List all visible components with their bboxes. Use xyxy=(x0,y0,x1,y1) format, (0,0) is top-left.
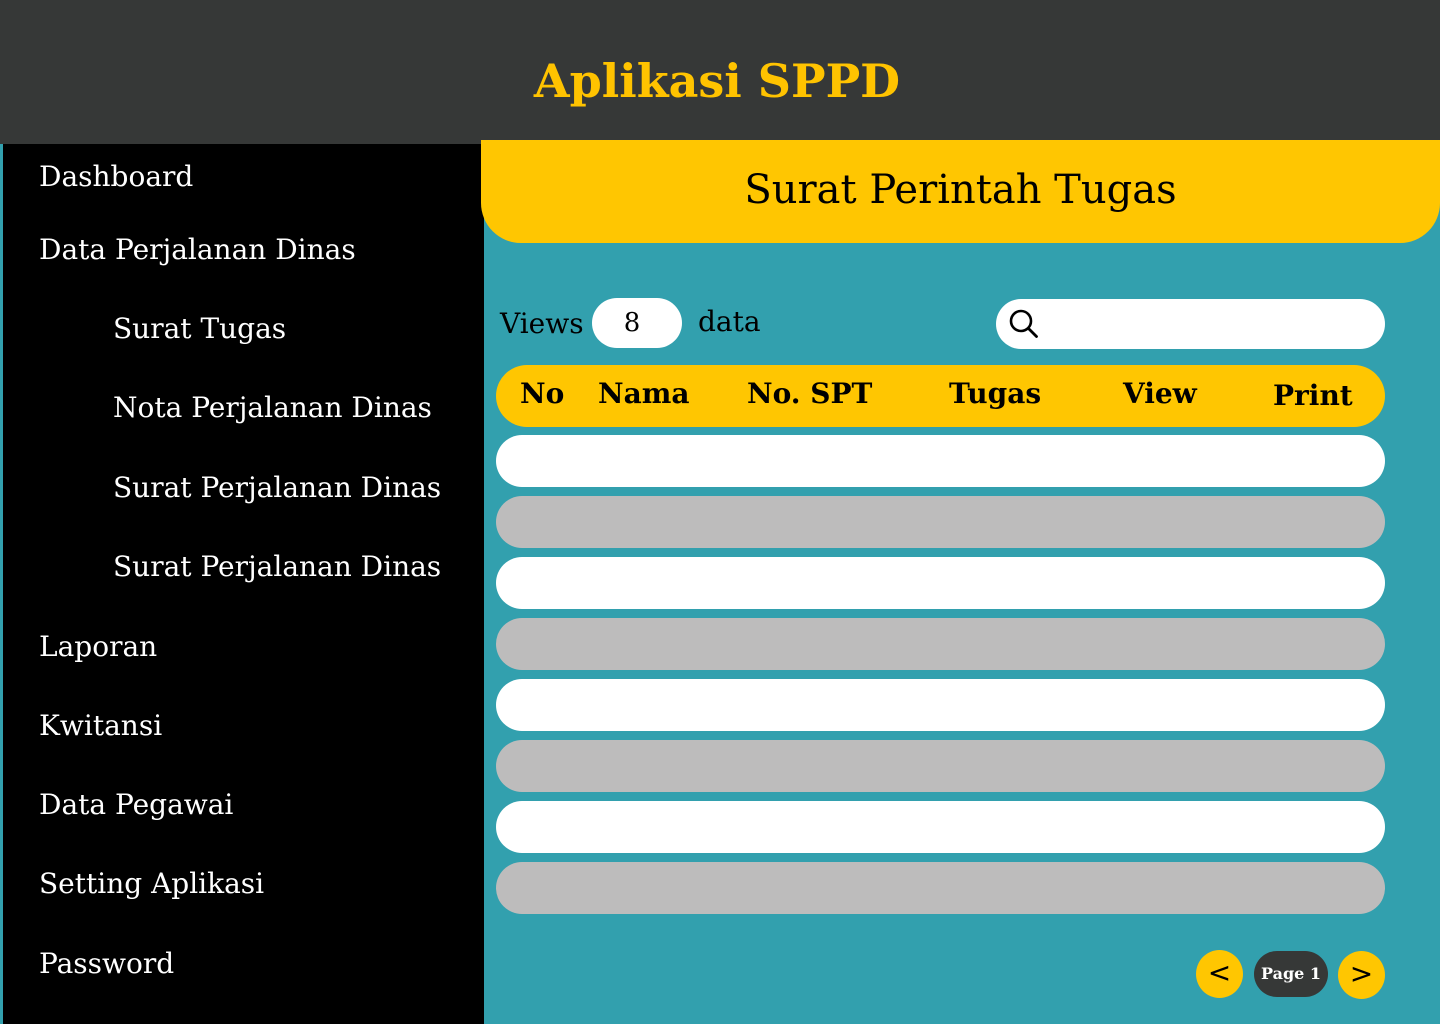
page-indicator: Page 1 xyxy=(1254,951,1328,997)
column-header-print: Print xyxy=(1273,379,1353,412)
sidebar-item-nota-perjalanan-dinas[interactable]: Nota Perjalanan Dinas xyxy=(113,391,432,425)
prev-page-button[interactable]: < xyxy=(1196,950,1243,998)
sidebar-item-data-pegawai[interactable]: Data Pegawai xyxy=(39,788,233,822)
views-label: Views xyxy=(500,307,584,340)
sidebar-item-surat-perjalanan-dinas[interactable]: Surat Perjalanan Dinas xyxy=(113,471,441,505)
table-row[interactable] xyxy=(496,435,1385,487)
sidebar: Dashboard Data Perjalanan Dinas Surat Tu… xyxy=(0,144,484,1024)
sidebar-item-kwitansi[interactable]: Kwitansi xyxy=(39,709,162,743)
search-box[interactable] xyxy=(996,299,1385,349)
next-page-button[interactable]: > xyxy=(1338,951,1385,999)
sidebar-item-setting-aplikasi[interactable]: Setting Aplikasi xyxy=(39,867,264,901)
table-row[interactable] xyxy=(496,801,1385,853)
sidebar-item-surat-perjalanan-dinas-2[interactable]: Surat Perjalanan Dinas xyxy=(113,550,441,584)
sidebar-item-dashboard[interactable]: Dashboard xyxy=(39,160,193,194)
app-title: Aplikasi SPPD xyxy=(533,54,901,108)
column-header-nama: Nama xyxy=(598,377,690,410)
column-header-tugas: Tugas xyxy=(949,377,1042,410)
sidebar-item-laporan[interactable]: Laporan xyxy=(39,630,157,664)
column-header-no-spt: No. SPT xyxy=(747,377,873,410)
column-header-no: No xyxy=(520,377,565,410)
column-header-view: View xyxy=(1123,377,1197,410)
page-title: Surat Perintah Tugas xyxy=(744,167,1177,213)
table-header: No Nama No. SPT Tugas View Print xyxy=(496,365,1385,427)
sidebar-item-surat-tugas[interactable]: Surat Tugas xyxy=(113,312,286,346)
page-title-banner: Surat Perintah Tugas xyxy=(481,140,1440,243)
search-icon xyxy=(1009,309,1038,338)
sidebar-item-password[interactable]: Password xyxy=(39,947,174,981)
sidebar-item-data-perjalanan-dinas[interactable]: Data Perjalanan Dinas xyxy=(39,233,356,267)
views-count-input[interactable] xyxy=(592,298,682,348)
search-input[interactable] xyxy=(1050,305,1370,343)
table-row[interactable] xyxy=(496,496,1385,548)
data-label: data xyxy=(698,305,761,338)
table-row[interactable] xyxy=(496,618,1385,670)
table-row[interactable] xyxy=(496,740,1385,792)
table-row[interactable] xyxy=(496,862,1385,914)
table-row[interactable] xyxy=(496,679,1385,731)
app-header: Aplikasi SPPD xyxy=(0,0,1440,144)
table-row[interactable] xyxy=(496,557,1385,609)
